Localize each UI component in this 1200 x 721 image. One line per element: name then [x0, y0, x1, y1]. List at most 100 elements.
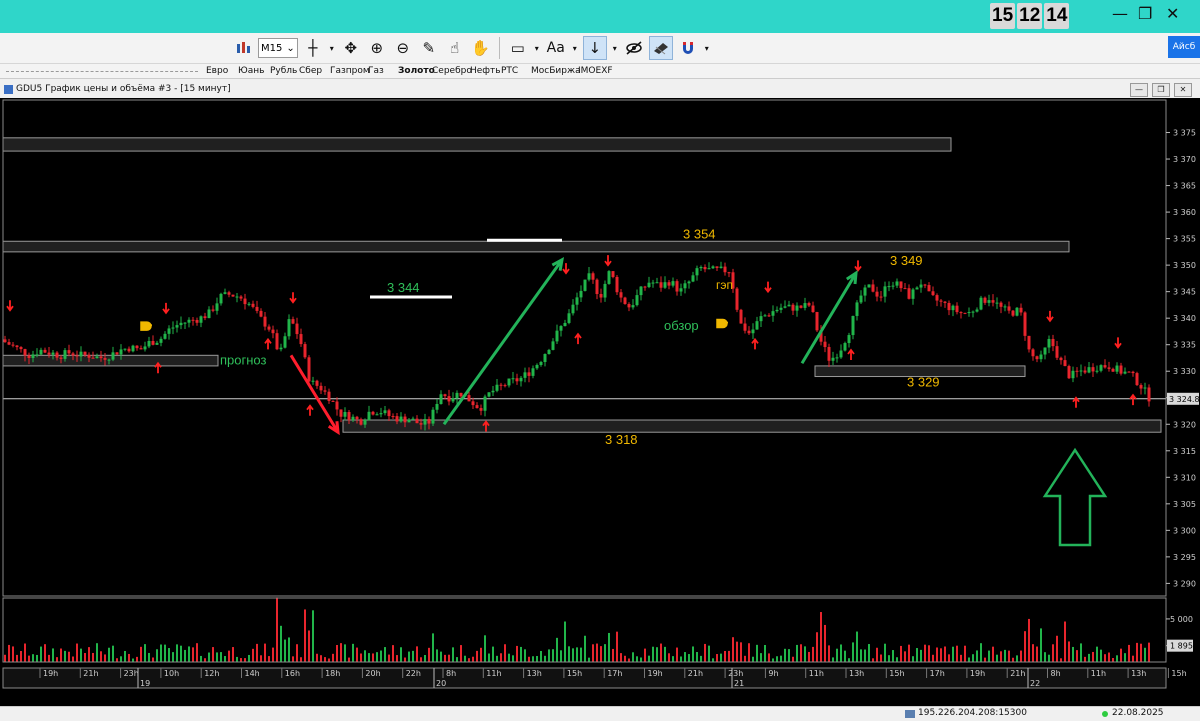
- y-tick-label: 3 355: [1173, 235, 1196, 244]
- restore-button[interactable]: ❐: [1138, 4, 1152, 23]
- chart-close-button[interactable]: ✕: [1174, 83, 1192, 97]
- volume-bar: [676, 647, 678, 662]
- candle-body: [99, 356, 103, 359]
- candle-body: [983, 297, 987, 303]
- volume-bar: [916, 648, 918, 662]
- candle-body: [35, 354, 39, 356]
- move-icon[interactable]: ✥: [340, 37, 362, 59]
- candle-body: [831, 357, 835, 361]
- chart-window-title-bar: GDU5 График цены и объёма #3 - [15 минут…: [0, 82, 1200, 99]
- timeframe-select[interactable]: M15 ⌄: [258, 38, 298, 58]
- candle-body: [355, 416, 359, 420]
- x-tick-label: 17h: [930, 669, 945, 678]
- arrow-down-icon[interactable]: ↓: [582, 36, 607, 60]
- tab-silver[interactable]: Серебро: [432, 64, 472, 78]
- volume-bar: [584, 635, 586, 662]
- tab-gazprom[interactable]: Газпром: [330, 64, 370, 78]
- candle-body: [971, 311, 975, 313]
- volume-bar: [616, 631, 618, 662]
- volume-bar: [176, 644, 178, 662]
- tab-ruble[interactable]: Рубль: [270, 64, 297, 78]
- tab-gold[interactable]: Золото: [398, 64, 435, 78]
- volume-bar: [720, 653, 722, 662]
- volume-bar: [608, 632, 610, 662]
- candle-body: [667, 282, 671, 286]
- volume-bar: [736, 641, 738, 662]
- tab-oil[interactable]: Нефть: [470, 64, 501, 78]
- candle-body: [863, 287, 867, 296]
- tab-sber[interactable]: Сбер: [299, 64, 322, 78]
- candle-body: [247, 303, 251, 305]
- tab-gas[interactable]: Газ: [368, 64, 384, 78]
- chevron-down-icon[interactable]: ▾: [533, 37, 541, 59]
- x-tick-label: 12h: [204, 669, 219, 678]
- chart-background: [0, 98, 1200, 706]
- candle-body: [367, 411, 371, 421]
- candle-body: [847, 335, 851, 344]
- candle-body: [135, 345, 139, 349]
- candle-body: [23, 349, 27, 356]
- x-tick-label: 15h: [889, 669, 904, 678]
- tab-euro[interactable]: Евро: [206, 64, 228, 78]
- y-tick-label: 3 335: [1173, 341, 1196, 350]
- volume-bar: [1028, 618, 1030, 662]
- zoom-in-icon[interactable]: ⊕: [366, 37, 388, 59]
- magnet-icon[interactable]: [677, 37, 699, 59]
- account-button[interactable]: Айсб: [1168, 36, 1200, 58]
- y-tick-label: 3 340: [1173, 314, 1196, 323]
- close-button[interactable]: ✕: [1166, 4, 1179, 23]
- price-volume-chart[interactable]: 3 354 3 344 3 349 3 329 3 318 прогноз гэп обзор…: [0, 98, 1200, 706]
- candle-body: [727, 272, 731, 274]
- chevron-down-icon[interactable]: ▾: [571, 37, 579, 59]
- zoom-out-icon[interactable]: ⊖: [392, 37, 414, 59]
- candle-body: [47, 352, 51, 355]
- volume-bar: [232, 647, 234, 662]
- candle-body: [19, 347, 23, 350]
- candle-body: [1031, 349, 1035, 357]
- text-tool-button[interactable]: Aa: [545, 37, 567, 59]
- candle-body: [403, 416, 407, 423]
- volume-bar: [76, 643, 78, 662]
- volume-bar: [1124, 653, 1126, 662]
- pointer-hand-icon[interactable]: ☝: [444, 37, 466, 59]
- tab-imoexf[interactable]: IMOEXF: [578, 64, 613, 78]
- chevron-down-icon[interactable]: ▾: [611, 37, 619, 59]
- server-address: 195.226.204.208:15300: [918, 708, 1027, 718]
- chevron-down-icon[interactable]: ▾: [703, 37, 711, 59]
- tab-rts[interactable]: РТС: [501, 64, 518, 78]
- grab-hand-icon[interactable]: ✋: [470, 37, 492, 59]
- candlestick-chart-icon[interactable]: [232, 37, 254, 59]
- volume-bar: [236, 656, 238, 662]
- volume-bar: [972, 654, 974, 662]
- volume-bar: [184, 649, 186, 662]
- volume-bar: [952, 646, 954, 662]
- tab-yuan[interactable]: Юань: [238, 64, 264, 78]
- rectangle-icon[interactable]: ▭: [507, 37, 529, 59]
- volume-bar: [108, 647, 110, 662]
- tab-moex[interactable]: МосБиржа: [531, 64, 581, 78]
- candle-body: [11, 344, 15, 346]
- volume-bar: [544, 655, 546, 662]
- pencil-icon[interactable]: ✎: [418, 37, 440, 59]
- candle-body: [71, 353, 75, 356]
- candle-body: [707, 268, 711, 270]
- candle-body: [787, 304, 791, 307]
- volume-bar: [640, 657, 642, 662]
- layers-icon[interactable]: [648, 36, 673, 60]
- volume-tick-label: 5 000: [1170, 615, 1193, 624]
- candle-body: [75, 355, 79, 357]
- candle-body: [499, 384, 503, 386]
- crosshair-icon[interactable]: ┼: [302, 37, 324, 59]
- hide-eye-icon[interactable]: [623, 37, 645, 59]
- chart-minimize-button[interactable]: —: [1130, 83, 1148, 97]
- volume-bar: [432, 633, 434, 662]
- chevron-down-icon[interactable]: ▾: [328, 37, 336, 59]
- chart-restore-button[interactable]: ❐: [1152, 83, 1170, 97]
- minimize-button[interactable]: —: [1112, 4, 1128, 23]
- candle-body: [411, 418, 415, 420]
- candle-body: [607, 271, 611, 284]
- volume-bar: [864, 649, 866, 662]
- x-tick-label: 13h: [1131, 669, 1146, 678]
- x-tick-label: 21h: [83, 669, 98, 678]
- candle-body: [927, 285, 931, 292]
